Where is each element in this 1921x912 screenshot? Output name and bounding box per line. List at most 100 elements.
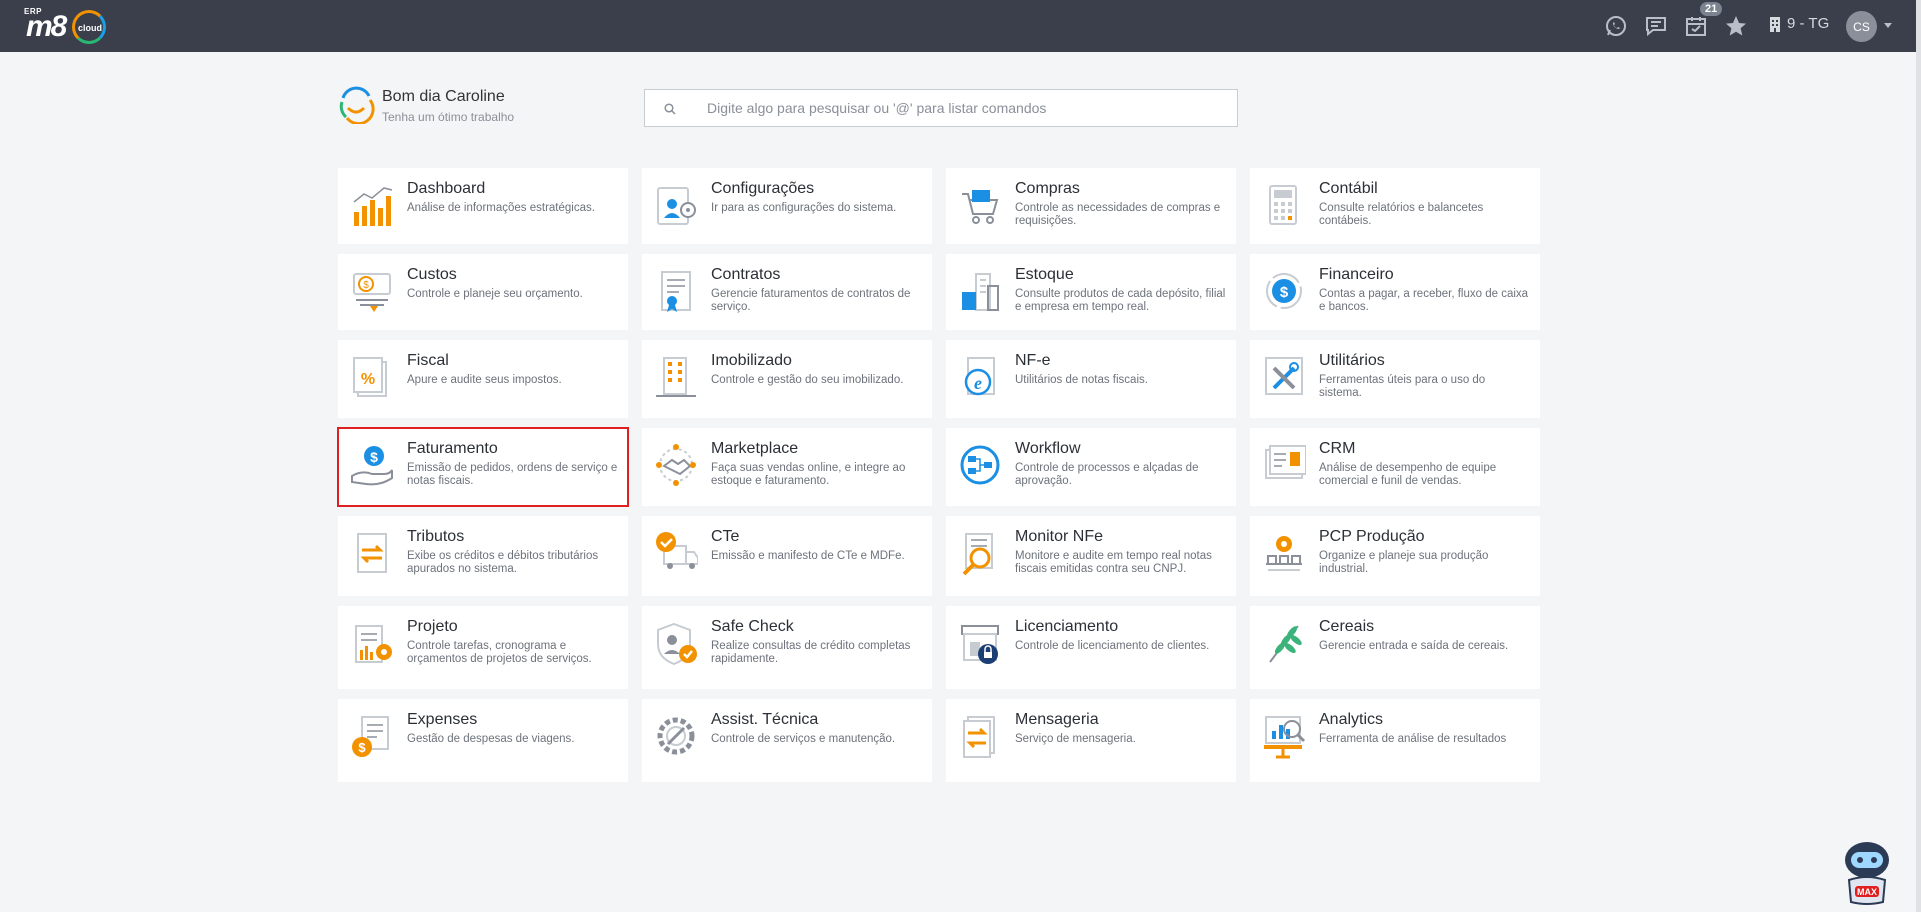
module-description: Organize e planeje sua produção industri… [1319, 550, 1489, 575]
module-title: Contábil [1319, 180, 1378, 197]
module-description: Emissão de pedidos, ordens de serviço e … [407, 462, 618, 487]
module-title: Dashboard [407, 180, 486, 197]
search-input[interactable] [707, 90, 1227, 126]
magnifier-document-icon [958, 530, 1002, 576]
module-card-dashboard[interactable]: Dashboard Análise de informações estratég… [338, 168, 628, 244]
module-description: Controle tarefas, cronograma e orçamento… [407, 640, 592, 665]
logo-cloud-text: cloud [78, 23, 102, 33]
module-card-utilitarios[interactable]: Utilitários Ferramentas úteis para o uso … [1250, 340, 1540, 418]
wrench-gear-icon [654, 713, 698, 759]
module-card-contratos[interactable]: Contratos Gerencie faturamentos de contra… [642, 254, 932, 330]
module-description: Realize consultas de crédito completas r… [711, 640, 911, 665]
module-title: Fiscal [407, 352, 449, 369]
module-description: Faça suas vendas online, e integre ao es… [711, 462, 906, 487]
module-description: Controle e planeje seu orçamento. [407, 288, 583, 300]
module-description: Apure e audite seus impostos. [407, 374, 562, 386]
module-card-marketplace[interactable]: Marketplace Faça suas vendas online, e in… [642, 428, 932, 506]
module-card-expenses[interactable]: $ Expenses Gestão de despesas de viagens. [338, 699, 628, 782]
svg-text:$: $ [1280, 284, 1289, 301]
svg-text:$: $ [370, 449, 378, 465]
module-description: Consulte relatórios e balancetes contábe… [1319, 202, 1484, 227]
module-card-faturamento[interactable]: $ Faturamento Emissão de pedidos, ordens d… [337, 427, 629, 507]
module-card-estoque[interactable]: Estoque Consulte produtos de cada depósit… [946, 254, 1236, 330]
module-description: Consulte produtos de cada depósito, fili… [1015, 288, 1226, 313]
assistant-label: MAX [1857, 887, 1877, 897]
module-title: Expenses [407, 711, 478, 728]
module-description: Monitore e audite em tempo real notas fi… [1015, 550, 1212, 575]
module-card-safe-check[interactable]: Safe Check Realize consultas de crédito c… [642, 606, 932, 689]
handshake-icon [654, 442, 698, 488]
module-card-cte[interactable]: CTe Emissão e manifesto de CTe e MDFe. [642, 516, 932, 596]
e-document-icon: e [958, 354, 1002, 400]
module-card-crm[interactable]: CRM Análise de desempenho de equipe comer… [1250, 428, 1540, 506]
module-title: CTe [711, 528, 740, 545]
chat-icon[interactable] [1642, 12, 1670, 40]
calculator-icon [1262, 182, 1306, 228]
module-title: Mensageria [1015, 711, 1099, 728]
star-icon[interactable] [1722, 12, 1750, 40]
module-card-licenciamento[interactable]: Licenciamento Controle de licenciamento d… [946, 606, 1236, 689]
module-card-configuracoes[interactable]: Configurações Ir para as configurações do… [642, 168, 932, 244]
module-card-assist-tecnica[interactable]: Assist. Técnica Controle de serviços e ma… [642, 699, 932, 782]
whatsapp-icon[interactable] [1602, 12, 1630, 40]
module-card-workflow[interactable]: Workflow Controle de processos e alçadas … [946, 428, 1236, 506]
calendar-icon[interactable] [1682, 12, 1710, 40]
module-description: Controle de licenciamento de clientes. [1015, 640, 1210, 652]
module-card-mensageria[interactable]: Mensageria Serviço de mensageria. [946, 699, 1236, 782]
module-title: PCP Produção [1319, 528, 1425, 545]
module-grid: Dashboard Análise de informações estratég… [337, 168, 1540, 782]
module-card-tributos[interactable]: Tributos Exibe os créditos e débitos trib… [338, 516, 628, 596]
module-card-monitor-nfe[interactable]: Monitor NFe Monitore e audite em tempo re… [946, 516, 1236, 596]
module-title: Assist. Técnica [711, 711, 819, 728]
module-card-contabil[interactable]: Contábil Consulte relatórios e balancetes… [1250, 168, 1540, 244]
module-title: Safe Check [711, 618, 794, 635]
module-title: Monitor NFe [1015, 528, 1104, 545]
scrollbar[interactable] [1916, 0, 1921, 912]
erp-logo[interactable]: ERP m8 cloud [22, 4, 114, 48]
assistant-robot[interactable]: MAX [1839, 840, 1895, 906]
module-card-cereais[interactable]: Cereais Gerencie entrada e saída de cerea… [1250, 606, 1540, 689]
project-gear-icon [350, 620, 394, 666]
logo-brand-text: m8 [26, 10, 67, 43]
module-description: Utilitários de notas fiscais. [1015, 374, 1148, 386]
search-box[interactable] [644, 89, 1238, 127]
module-description: Análise de desempenho de equipe comercia… [1319, 462, 1497, 487]
module-title: Licenciamento [1015, 618, 1119, 635]
module-card-analytics[interactable]: Analytics Ferramenta de análise de result… [1250, 699, 1540, 782]
module-description: Exibe os créditos e débitos tributários … [407, 550, 599, 575]
greeting-title: Bom dia Caroline [382, 88, 505, 105]
hand-dollar-icon: $ [350, 442, 394, 488]
module-description: Ferramentas úteis para o uso do sistema. [1319, 374, 1486, 399]
module-description: Emissão e manifesto de CTe e MDFe. [711, 550, 905, 562]
module-description: Controle e gestão do seu imobilizado. [711, 374, 904, 386]
chevron-down-icon[interactable] [1884, 23, 1892, 28]
building-icon [1770, 16, 1780, 32]
svg-text:e: e [974, 373, 982, 393]
module-card-nfe[interactable]: e NF-e Utilitários de notas fiscais. [946, 340, 1236, 418]
module-title: Workflow [1015, 440, 1081, 457]
module-title: Tributos [407, 528, 465, 545]
module-title: Imobilizado [711, 352, 792, 369]
production-gear-icon [1262, 530, 1306, 576]
module-card-financeiro[interactable]: $ Financeiro Contas a pagar, a receber, fl… [1250, 254, 1540, 330]
module-description: Controle as necessidades de compras e re… [1015, 202, 1221, 227]
module-card-fiscal[interactable]: % Fiscal Apure e audite seus impostos. [338, 340, 628, 418]
module-title: Configurações [711, 180, 815, 197]
module-description: Serviço de mensageria. [1015, 733, 1136, 745]
company-selector[interactable]: 9 - TG [1768, 15, 1829, 32]
module-card-compras[interactable]: Compras Controle as necessidades de compr… [946, 168, 1236, 244]
module-description: Gestão de despesas de viagens. [407, 733, 575, 745]
module-card-pcp-producao[interactable]: PCP Produção Organize e planeje sua produ… [1250, 516, 1540, 596]
module-description: Análise de informações estratégicas. [407, 202, 595, 214]
module-card-imobilizado[interactable]: Imobilizado Controle e gestão do seu imob… [642, 340, 932, 418]
svg-text:$: $ [358, 740, 366, 755]
module-card-projeto[interactable]: Projeto Controle tarefas, cronograma e or… [338, 606, 628, 689]
dollar-cycle-icon: $ [1262, 268, 1306, 314]
module-card-custos[interactable]: $ Custos Controle e planeje seu orçamento. [338, 254, 628, 330]
module-description: Gerencie faturamentos de contratos de se… [711, 288, 911, 313]
shield-check-icon [654, 620, 698, 666]
user-avatar[interactable]: CS [1846, 11, 1877, 42]
svg-text:$: $ [363, 280, 369, 291]
license-icon [958, 620, 1002, 666]
contact-card-icon [1262, 442, 1307, 488]
